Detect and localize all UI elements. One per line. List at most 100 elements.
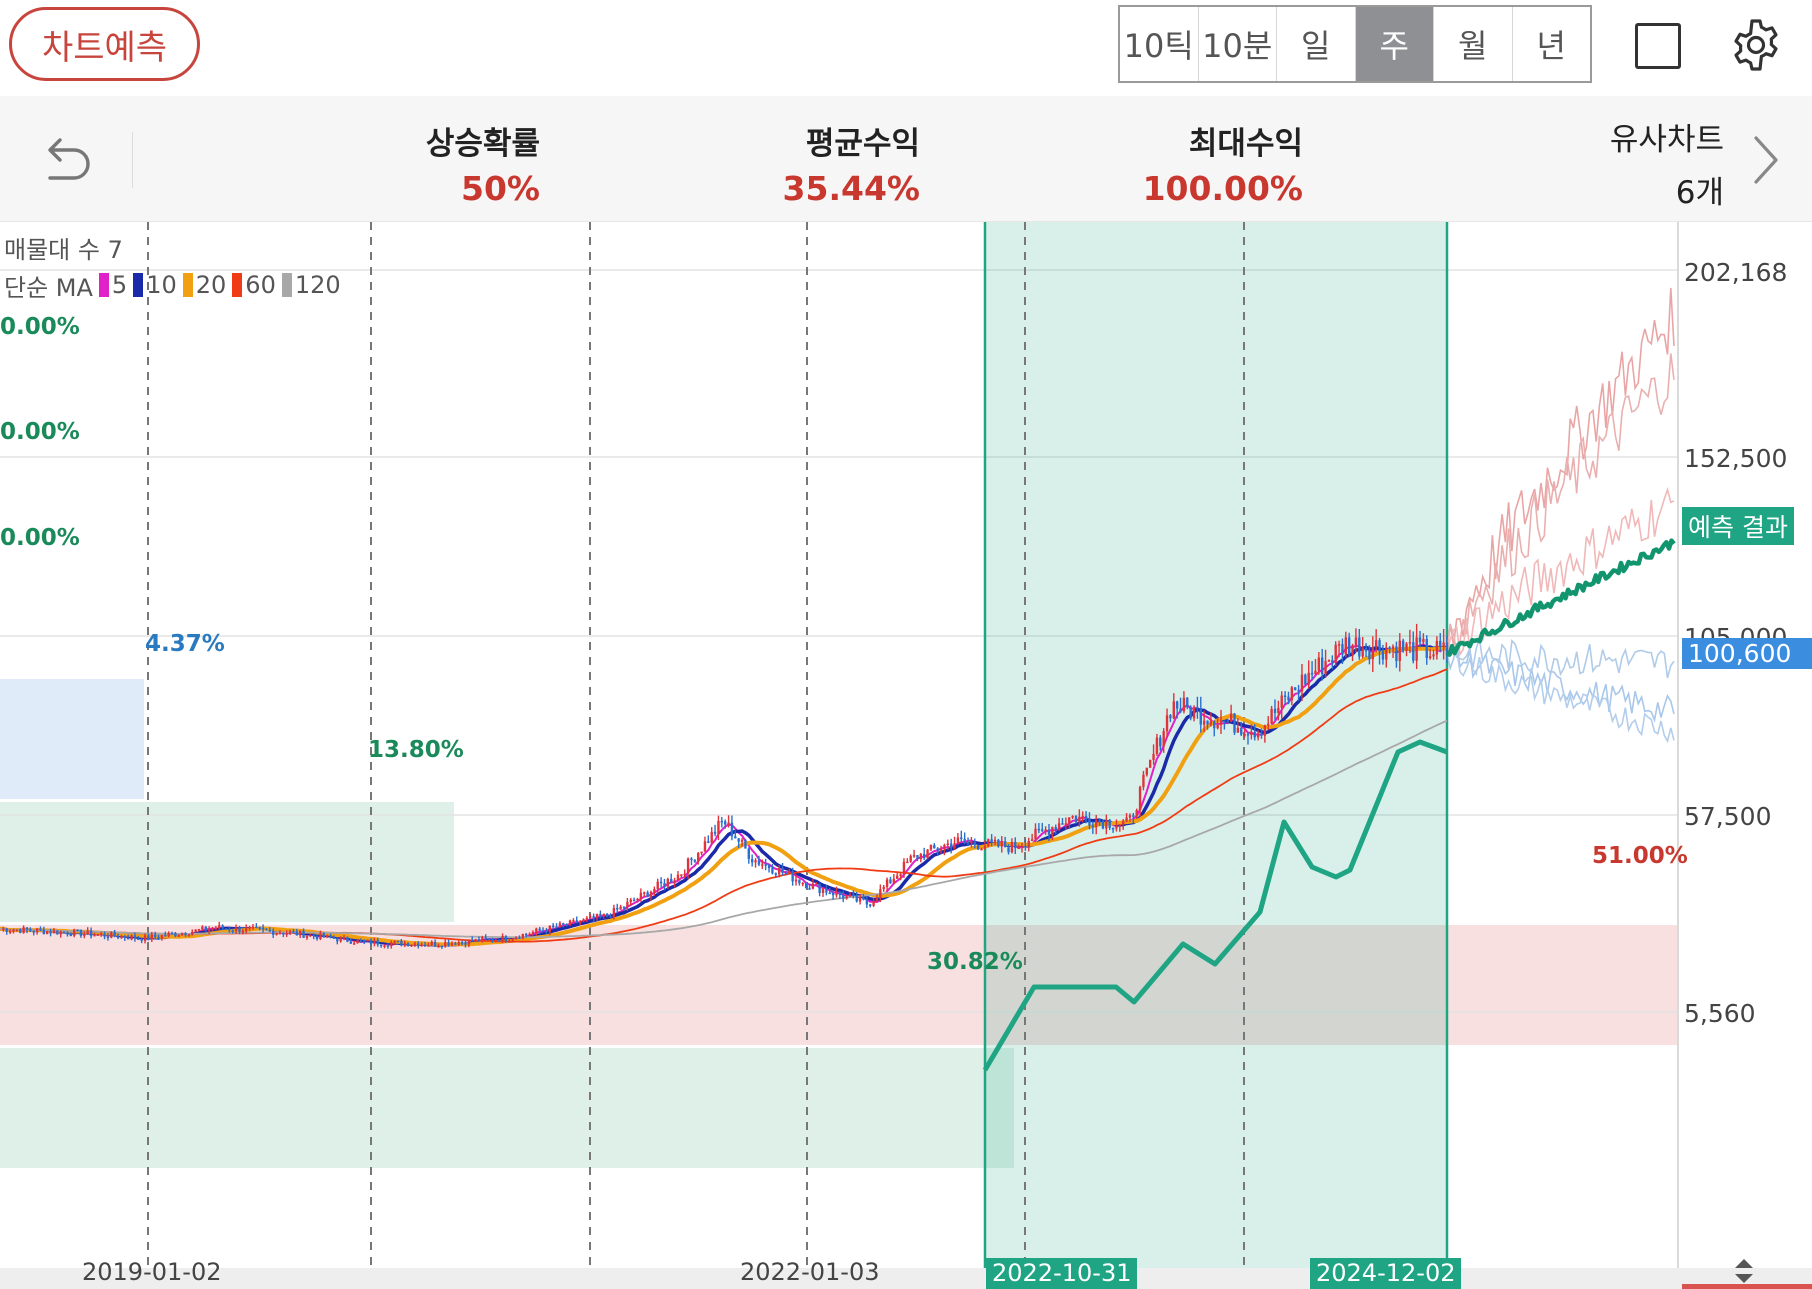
candle-body xyxy=(727,822,730,825)
back-undo-icon[interactable] xyxy=(36,130,94,188)
period-selector: 10틱 10분 일 주 월 년 xyxy=(1118,5,1592,83)
top-bar: 차트예측 10틱 10분 일 주 월 년 xyxy=(0,0,1812,96)
candle-body xyxy=(592,916,595,919)
volume-profile-label-6: 51.00% xyxy=(1592,843,1688,869)
candle-body xyxy=(612,907,616,918)
similar-charts[interactable]: 유사차트 6개 xyxy=(1610,114,1724,212)
candle-body xyxy=(268,930,272,932)
chart-predict-button[interactable]: 차트예측 xyxy=(9,7,200,81)
candle-body xyxy=(1175,701,1179,709)
candle-body xyxy=(605,913,609,917)
candle-body xyxy=(508,940,511,943)
candle-body xyxy=(926,849,929,859)
candle-body xyxy=(1388,647,1391,649)
candle-body xyxy=(464,942,467,945)
candle-body xyxy=(484,937,487,939)
similar-chart-paths xyxy=(1446,287,1675,744)
pattern-start-date: 2022-10-31 xyxy=(986,1258,1138,1289)
price-label-152500: 152,500 xyxy=(1684,444,1788,473)
candle-body xyxy=(545,930,548,933)
candle-body xyxy=(750,859,754,863)
candle-body xyxy=(69,934,73,937)
candle-body xyxy=(656,881,659,889)
candle-body xyxy=(1024,845,1027,848)
chevron-right-icon[interactable] xyxy=(1748,130,1784,190)
candle-body xyxy=(514,937,518,939)
candle-body xyxy=(825,888,828,893)
volume-profile-bar-4 xyxy=(0,679,144,799)
candle-body xyxy=(1007,847,1010,853)
candle-body xyxy=(1307,672,1310,685)
candle-body xyxy=(831,893,835,896)
period-tab-day[interactable]: 일 xyxy=(1277,7,1356,81)
rise-probability-label: 상승확률 xyxy=(425,126,540,162)
candle-body xyxy=(852,894,855,897)
sort-arrows-icon[interactable] xyxy=(1732,1256,1756,1286)
candle-body xyxy=(885,879,889,887)
candle-body xyxy=(976,845,980,850)
candle-body xyxy=(848,894,852,897)
candle-body xyxy=(663,883,666,887)
candle-body xyxy=(666,878,670,887)
candle-body xyxy=(535,928,538,933)
current-price-tag: 100,600 xyxy=(1682,638,1812,669)
candle-body xyxy=(336,938,339,942)
candle-body xyxy=(730,822,734,837)
candle-body xyxy=(406,943,410,947)
candle-body xyxy=(697,853,700,862)
candle-body xyxy=(1088,819,1091,826)
candle-body xyxy=(309,934,312,937)
period-tab-10min[interactable]: 10분 xyxy=(1199,7,1277,81)
period-tab-month[interactable]: 월 xyxy=(1434,7,1513,81)
volume-profile-label-2: 0.00% xyxy=(0,419,80,445)
candle-body xyxy=(46,931,49,935)
prediction-stats-bar: 상승확률 50% 평균수익 35.44% 최대수익 100.00% 유사차트 6… xyxy=(0,96,1812,222)
candle-body xyxy=(828,892,831,895)
candle-body xyxy=(413,943,417,946)
candle-body xyxy=(551,925,555,928)
candle-body xyxy=(646,892,649,897)
candle-body xyxy=(1273,708,1277,713)
candle-body xyxy=(794,879,798,882)
candle-body xyxy=(912,855,916,857)
candle-body xyxy=(980,848,983,851)
candle-body xyxy=(1044,829,1047,832)
candle-body xyxy=(649,891,653,897)
candle-body xyxy=(1051,827,1054,835)
volume-profile-label-3: 0.00% xyxy=(0,525,80,551)
candle-body xyxy=(518,937,521,939)
candle-body xyxy=(1105,819,1108,829)
candle-body xyxy=(777,868,781,875)
candle-body xyxy=(1408,642,1412,644)
candle-body xyxy=(1101,821,1105,829)
candle-body xyxy=(1327,660,1331,662)
gear-icon[interactable] xyxy=(1728,17,1784,73)
price-chart-canvas[interactable] xyxy=(0,222,1812,1289)
candle-body xyxy=(1189,706,1192,719)
period-tab-year[interactable]: 년 xyxy=(1513,7,1591,81)
period-tab-week[interactable]: 주 xyxy=(1355,7,1434,81)
candle-body xyxy=(89,930,93,937)
time-axis-band xyxy=(0,1268,1812,1289)
candle-body xyxy=(140,938,143,941)
moving-average-legend[interactable]: 단순 MA 5 10 20 60 120 xyxy=(4,266,341,304)
candle-body xyxy=(1064,823,1068,825)
candle-body xyxy=(562,923,565,925)
period-tab-10tick[interactable]: 10틱 xyxy=(1120,7,1199,81)
candle-body xyxy=(8,931,12,933)
fullscreen-toggle-icon[interactable] xyxy=(1635,23,1681,69)
candle-body xyxy=(174,933,177,937)
price-chart[interactable]: 매물대 수 7 단순 MA 5 10 20 60 120 0.00% 0.00%… xyxy=(0,222,1812,1289)
candle-body xyxy=(359,940,363,942)
candle-body xyxy=(167,932,170,936)
max-return-value: 100.00% xyxy=(1142,169,1303,208)
ma60-swatch xyxy=(232,273,243,297)
ma5-swatch xyxy=(98,273,109,297)
candle-body xyxy=(83,933,86,936)
candle-body xyxy=(1385,647,1388,660)
candle-body xyxy=(56,930,59,935)
candle-body xyxy=(1361,647,1364,657)
candle-body xyxy=(936,848,939,851)
candle-body xyxy=(1310,672,1314,675)
candle-body xyxy=(305,935,309,938)
